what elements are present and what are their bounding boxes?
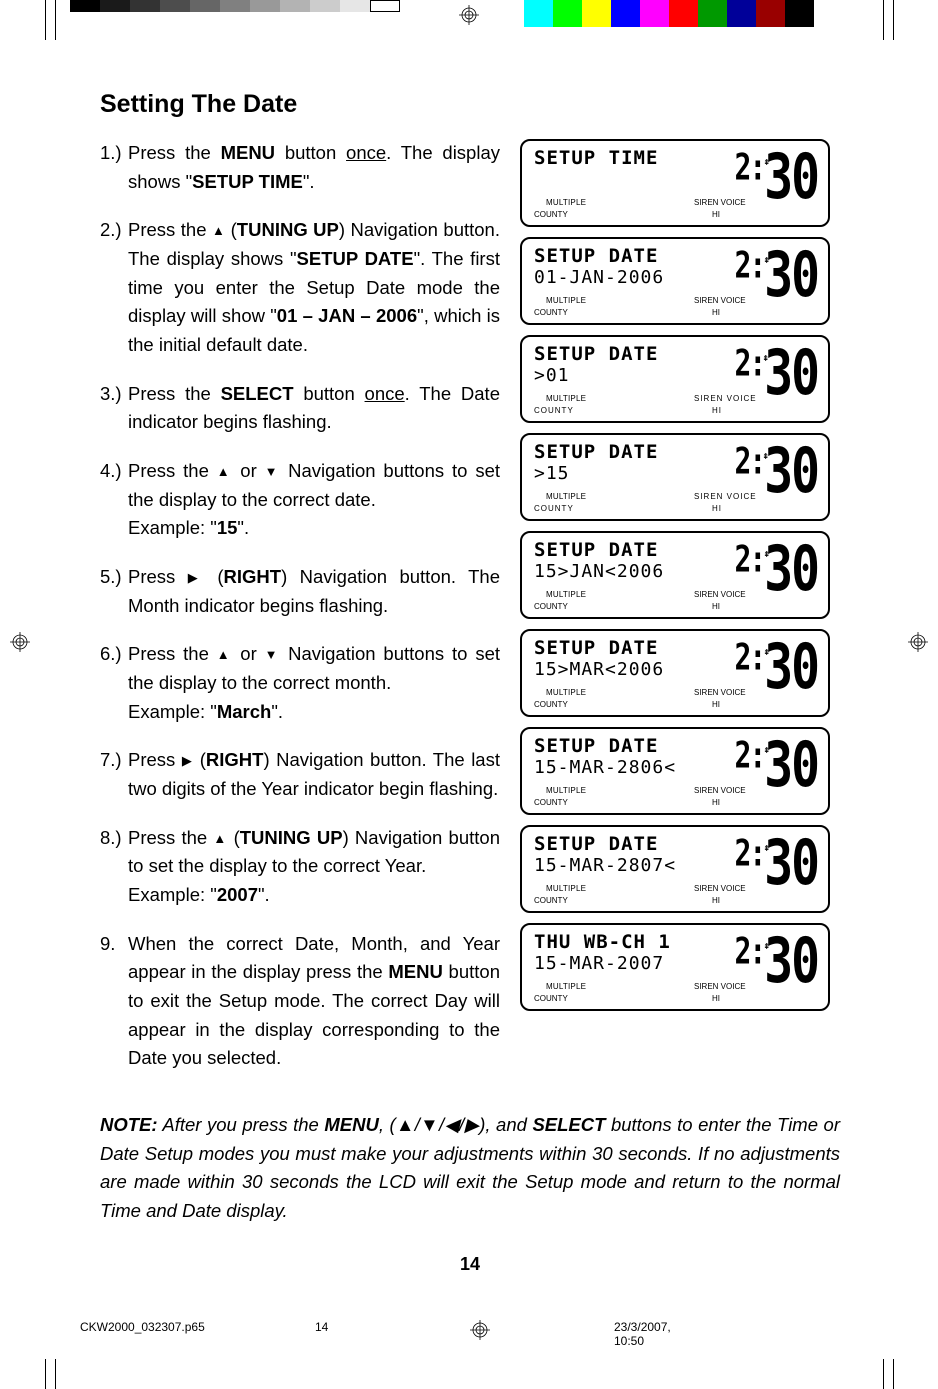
lcd-hi: HI: [712, 406, 722, 415]
lcd-hi: HI: [712, 308, 720, 317]
lcd-line2: >01MULTIPLESIREN VOICECOUNTYHI⇞2:30: [534, 365, 818, 386]
lcd-clock: 2:30: [734, 435, 818, 508]
lcd-panel-8: SETUP DATE15-MAR-2807<MULTIPLESIREN VOIC…: [520, 825, 830, 913]
lcd-panel-4: SETUP DATE>15MULTIPLESIREN VOICECOUNTYHI…: [520, 433, 830, 521]
step-3: 3.)Press the SELECT button once. The Dat…: [100, 380, 500, 437]
lcd-multiple: MULTIPLE: [546, 884, 586, 893]
registration-mark-left-icon: [10, 632, 30, 652]
registration-mark-icon: [459, 5, 479, 30]
step-2: 2.)Press the ▲ (TUNING UP) Navigation bu…: [100, 216, 500, 359]
lcd-multiple: MULTIPLE: [546, 590, 586, 599]
registration-mark-right-icon: [908, 632, 928, 652]
lcd-column: SETUP TIMEMULTIPLESIREN VOICECOUNTYHI⇞2:…: [520, 139, 830, 1093]
lcd-panel-5: SETUP DATE15>JAN<2006MULTIPLESIREN VOICE…: [520, 531, 830, 619]
lcd-panel-6: SETUP DATE15>MAR<2006MULTIPLESIREN VOICE…: [520, 629, 830, 717]
lcd-multiple: MULTIPLE: [546, 982, 586, 991]
lcd-clock: 2:30: [734, 141, 818, 214]
lcd-hi: HI: [712, 798, 720, 807]
lcd-multiple: MULTIPLE: [546, 786, 586, 795]
step-8: 8.)Press the ▲ (TUNING UP) Navigation bu…: [100, 824, 500, 910]
lcd-county: COUNTY: [534, 504, 574, 513]
lcd-multiple: MULTIPLE: [546, 492, 586, 501]
lcd-clock: 2:30: [734, 827, 818, 900]
step-5: 5.)Press ▶ (RIGHT) Navigation button. Th…: [100, 563, 500, 620]
lcd-clock: 2:30: [734, 631, 818, 704]
registration-top: [0, 0, 938, 30]
note-label: NOTE:: [100, 1114, 158, 1135]
step-9: 9.When the correct Date, Month, and Year…: [100, 930, 500, 1073]
lcd-multiple: MULTIPLE: [546, 394, 586, 403]
color-bar: [495, 0, 814, 27]
lcd-hi: HI: [712, 504, 722, 513]
page-content: Setting The Date 1.)Press the MENU butto…: [100, 90, 840, 1275]
registration-mark-footer-icon: [470, 1320, 494, 1348]
lcd-county: COUNTY: [534, 994, 568, 1003]
lcd-clock: 2:30: [734, 533, 818, 606]
lcd-hi: HI: [712, 602, 720, 611]
lcd-county: COUNTY: [534, 700, 568, 709]
lcd-hi: HI: [712, 700, 720, 709]
lcd-clock: 2:30: [734, 729, 818, 802]
grayscale-bar: [70, 0, 400, 12]
lcd-panel-3: SETUP DATE>01MULTIPLESIREN VOICECOUNTYHI…: [520, 335, 830, 423]
step-1: 1.)Press the MENU button once. The displ…: [100, 139, 500, 196]
instruction-steps: 1.)Press the MENU button once. The displ…: [100, 139, 500, 1093]
lcd-multiple: MULTIPLE: [546, 198, 586, 207]
lcd-panel-7: SETUP DATE15-MAR-2806<MULTIPLESIREN VOIC…: [520, 727, 830, 815]
lcd-panel-9: THU WB-CH 115-MAR-2007MULTIPLESIREN VOIC…: [520, 923, 830, 1011]
lcd-hi: HI: [712, 994, 720, 1003]
footer: CKW2000_032307.p65 14 23/3/2007, 10:50: [80, 1320, 860, 1348]
lcd-multiple: MULTIPLE: [546, 296, 586, 305]
step-6: 6.)Press the ▲ or ▼ Navigation buttons t…: [100, 640, 500, 726]
lcd-county: COUNTY: [534, 896, 568, 905]
footer-file: CKW2000_032307.p65: [80, 1320, 315, 1348]
lcd-panel-2: SETUP DATE01-JAN-2006MULTIPLESIREN VOICE…: [520, 237, 830, 325]
lcd-county: COUNTY: [534, 308, 568, 317]
lcd-panel-1: SETUP TIMEMULTIPLESIREN VOICECOUNTYHI⇞2:…: [520, 139, 830, 227]
note-block: NOTE: After you press the MENU, (▲/▼/◀/▶…: [100, 1111, 840, 1226]
lcd-clock: 2:30: [734, 337, 818, 410]
lcd-clock: 2:30: [734, 925, 818, 998]
step-7: 7.)Press ▶ (RIGHT) Navigation button. Th…: [100, 746, 500, 803]
footer-date: 23/3/2007, 10:50: [494, 1320, 674, 1348]
lcd-county: COUNTY: [534, 602, 568, 611]
lcd-clock: 2:30: [734, 239, 818, 312]
lcd-county: COUNTY: [534, 406, 574, 415]
page-number: 14: [100, 1254, 840, 1275]
lcd-hi: HI: [712, 896, 720, 905]
step-4: 4.)Press the ▲ or ▼ Navigation buttons t…: [100, 457, 500, 543]
lcd-county: COUNTY: [534, 210, 568, 219]
lcd-county: COUNTY: [534, 798, 568, 807]
lcd-hi: HI: [712, 210, 720, 219]
footer-page: 14: [315, 1320, 470, 1348]
lcd-multiple: MULTIPLE: [546, 688, 586, 697]
page-title: Setting The Date: [100, 90, 840, 119]
lcd-line2: >15MULTIPLESIREN VOICECOUNTYHI⇞2:30: [534, 463, 818, 484]
